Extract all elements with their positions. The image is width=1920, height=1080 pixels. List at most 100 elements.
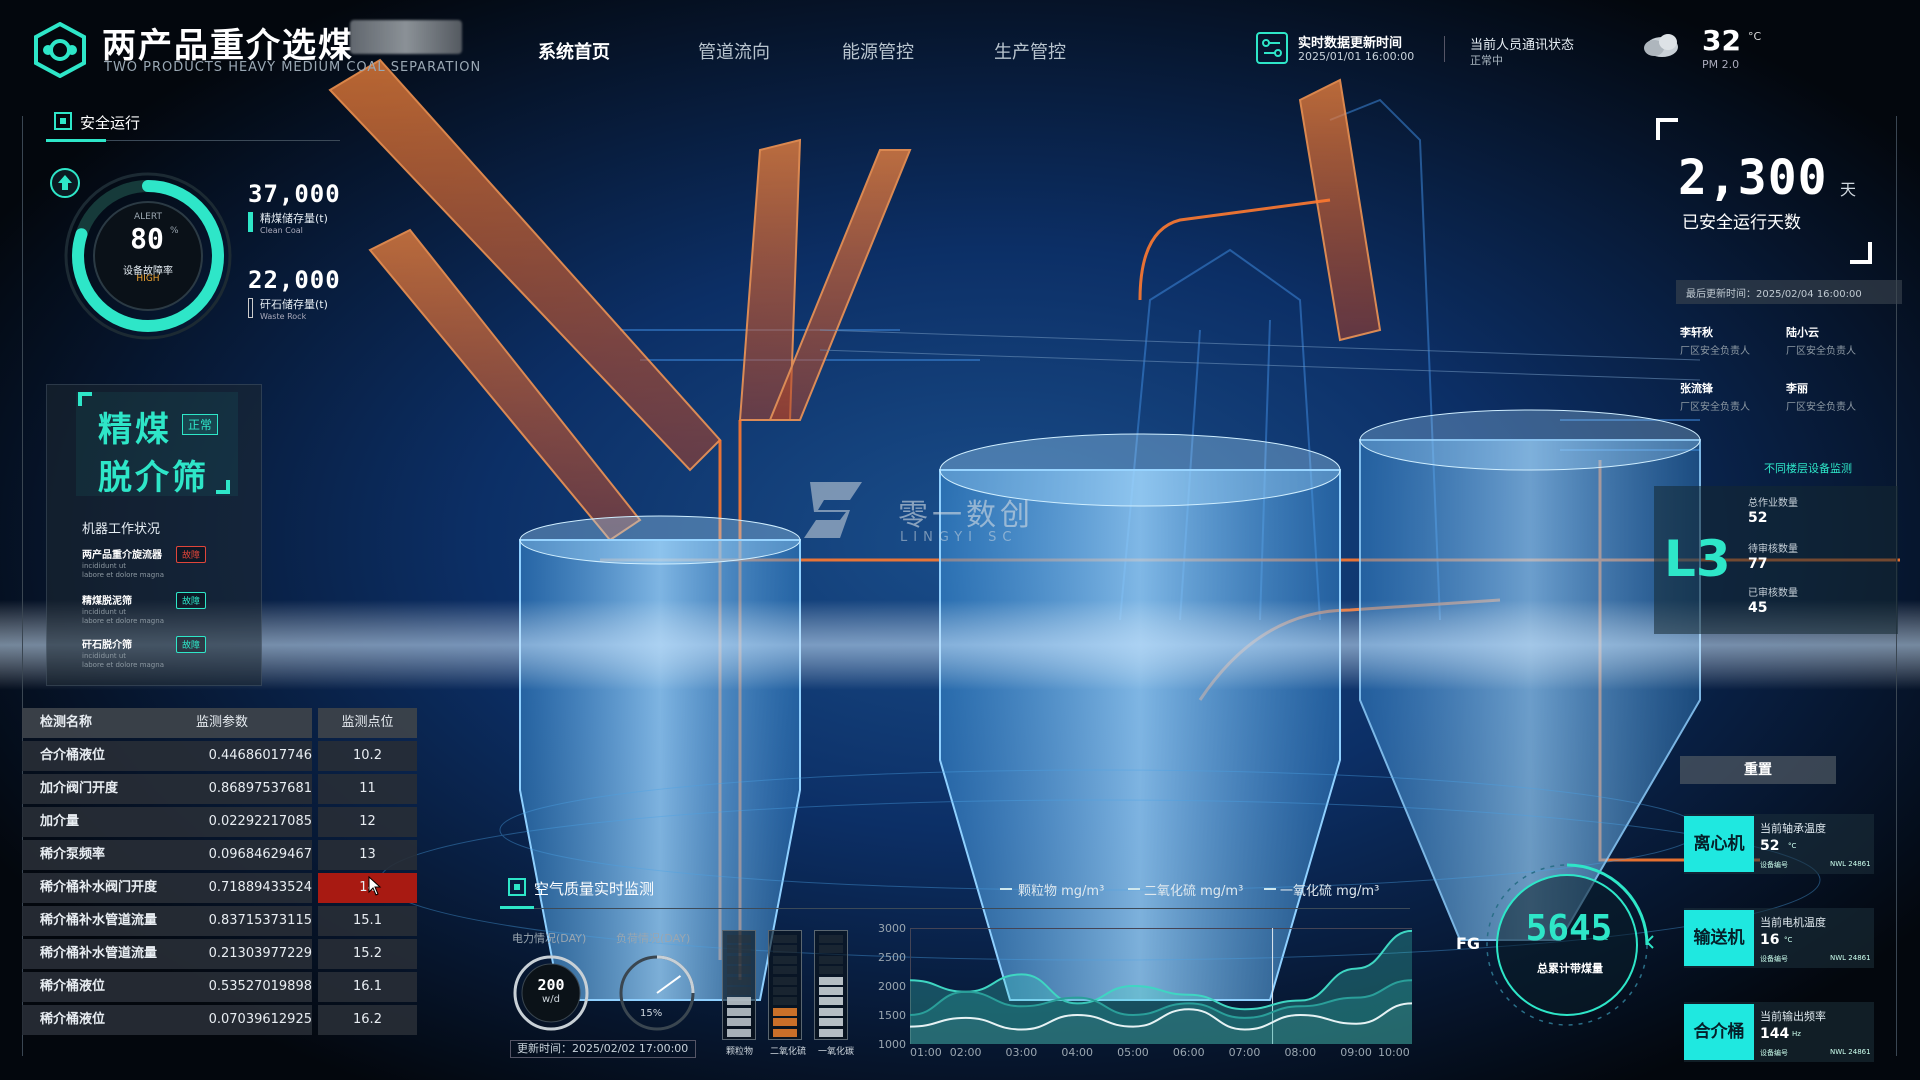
load-needle [656,975,682,994]
fg-label: FG [1456,934,1481,953]
reset-button[interactable]: 重置 [1680,756,1836,784]
machine-sub1: incididunt ut [82,562,127,570]
power-value: 200 [537,976,565,994]
row-param: 0.21303977229 [208,946,312,961]
x-tick-label: 09:00 [1340,1046,1372,1059]
machine-sub2: labore et dolore magna [82,571,164,579]
waste-rock-indicator [248,298,253,318]
comm-status-value: 正常中 [1470,54,1503,67]
device-metric-value: 144 [1760,1026,1790,1042]
machine-sub2: labore et dolore magna [82,661,164,669]
row-point: 13 [318,840,417,870]
x-tick-label: 02:00 [949,1046,982,1059]
person-role: 厂区安全负责人 [1786,402,1856,413]
air-title-accent [500,906,534,909]
table-row[interactable]: 合介桶液位 0.44686017746 10.2 [22,741,417,774]
bar-segment [819,935,843,943]
row-point: 12 [318,807,417,837]
machine-item[interactable]: 矸石脱介筛 故障 incididunt ut labore et dolore … [82,636,252,676]
col-header-point: 监测点位 [318,708,417,738]
nav-pipeline[interactable]: 管道流向 [698,38,770,64]
machine-status-badge: 故障 [176,636,207,653]
bar-segment [727,955,751,964]
table-row[interactable]: 稀介桶液位 0.07039612925 16.2 [22,1005,417,1038]
power-unit: w/d [542,994,560,1005]
table-row[interactable]: 加介量 0.02292217085 12 [22,807,417,840]
safety-panel-title: 安全运行 [80,114,141,132]
nav-production[interactable]: 生产管控 [994,38,1066,64]
bar-segment [773,1007,797,1016]
bar-segment [819,976,843,985]
machine-item[interactable]: 两产品重介旋流器 故障 incididunt ut labore et dolo… [82,546,252,586]
nav-home[interactable]: 系统首页 [538,38,610,64]
floor-stat-value: 52 [1748,510,1768,526]
chevron-left-icon[interactable] [1644,934,1656,950]
floor-stat-value: 45 [1748,600,1768,616]
gauge-percent: % [170,226,179,236]
bar-segment [773,935,797,943]
clean-coal-en: Clean Coal [260,226,303,235]
row-param: 0.71889433524 [208,880,312,895]
temperature-unit: °C [1748,30,1762,43]
nav-energy[interactable]: 能源管控 [842,38,914,64]
floor-stat-label: 已审核数量 [1748,588,1798,599]
table-row[interactable]: 稀介桶补水管道流量 0.83715373115 15.1 [22,906,417,939]
legend-item: 二氧化硫 mg/m³ [1144,884,1244,899]
app-logo-icon [34,22,86,78]
row-param: 0.07039612925 [208,1012,312,1027]
bar-segment [727,976,751,985]
y-tick-label: 2500 [878,951,906,964]
device-name: 合介桶 [1684,1004,1754,1060]
person-name: 李丽 [1786,382,1808,395]
bracket-br [216,480,230,494]
device-metric-label: 当前电机温度 [1760,916,1826,929]
y-tick-label: 3000 [878,922,906,935]
device-metric-unit: °C [1784,936,1793,944]
person-name: 陆小云 [1786,326,1819,339]
table-row[interactable]: 稀介泵频率 0.09684629467 13 [22,840,417,873]
table-row-selected[interactable]: 稀介桶补水阀门开度 0.71889433524 14 [22,873,417,906]
table-row[interactable]: 加介阀门开度 0.86897537681 11 [22,774,417,807]
bar-segment [773,966,797,975]
last-update-text: 最后更新时间：2025/02/04 16:00:00 [1686,289,1862,300]
bar-segment [819,966,843,975]
bar-segment [727,1028,751,1037]
equipment-name-line2: 脱介筛 [98,458,209,498]
air-title-underline [500,908,1410,909]
device-metric-unit: Hz [1792,1030,1801,1038]
machine-item[interactable]: 精煤脱泥筛 故障 incididunt ut labore et dolore … [82,592,252,632]
floor-stat-value: 77 [1748,556,1768,572]
table-row[interactable]: 稀介桶液位 0.53527019898 16.1 [22,972,417,1005]
machine-sub2: labore et dolore magna [82,617,164,625]
pollutant-bar [768,930,802,1040]
device-code: NWL 24861 [1830,954,1871,962]
row-point: 15.2 [318,939,417,969]
title-redacted-block [350,20,462,54]
weather-cloud-icon [1644,34,1678,57]
bar-segment [727,1018,751,1027]
row-param: 0.02292217085 [208,814,312,829]
air-panel-title: 空气质量实时监测 [534,880,655,898]
bar-segment [819,1007,843,1016]
bar-segment [773,1018,797,1027]
total-coal-unit: t [1604,932,1608,943]
bar-label: 颗粒物 [726,1047,754,1057]
pollutant-bar [722,930,756,1040]
safety-title-icon [54,112,72,130]
device-code: NWL 24861 [1830,1048,1871,1056]
total-coal-caption: 总累计带煤量 [1537,962,1603,975]
days-bracket-tl [1656,118,1678,140]
table-row[interactable]: 稀介桶补水管道流量 0.21303977229 15.2 [22,939,417,972]
bar-segment [727,966,751,975]
machine-name: 精煤脱泥筛 [82,596,132,607]
floor-stat-label: 总作业数量 [1748,498,1798,509]
realtime-title: 实时数据更新时间 [1298,36,1403,51]
equipment-status-badge: 正常 [182,414,219,435]
table-header-row: 检测名称 监测参数 监测点位 [22,708,417,741]
x-tick-label: 01:00 [910,1046,942,1059]
safety-title-accent [46,139,106,142]
machine-status-badge: 故障 [176,546,207,563]
device-name: 输送机 [1684,910,1754,966]
pollutant-bar [814,930,848,1040]
device-metric-value: 16 [1760,932,1780,948]
